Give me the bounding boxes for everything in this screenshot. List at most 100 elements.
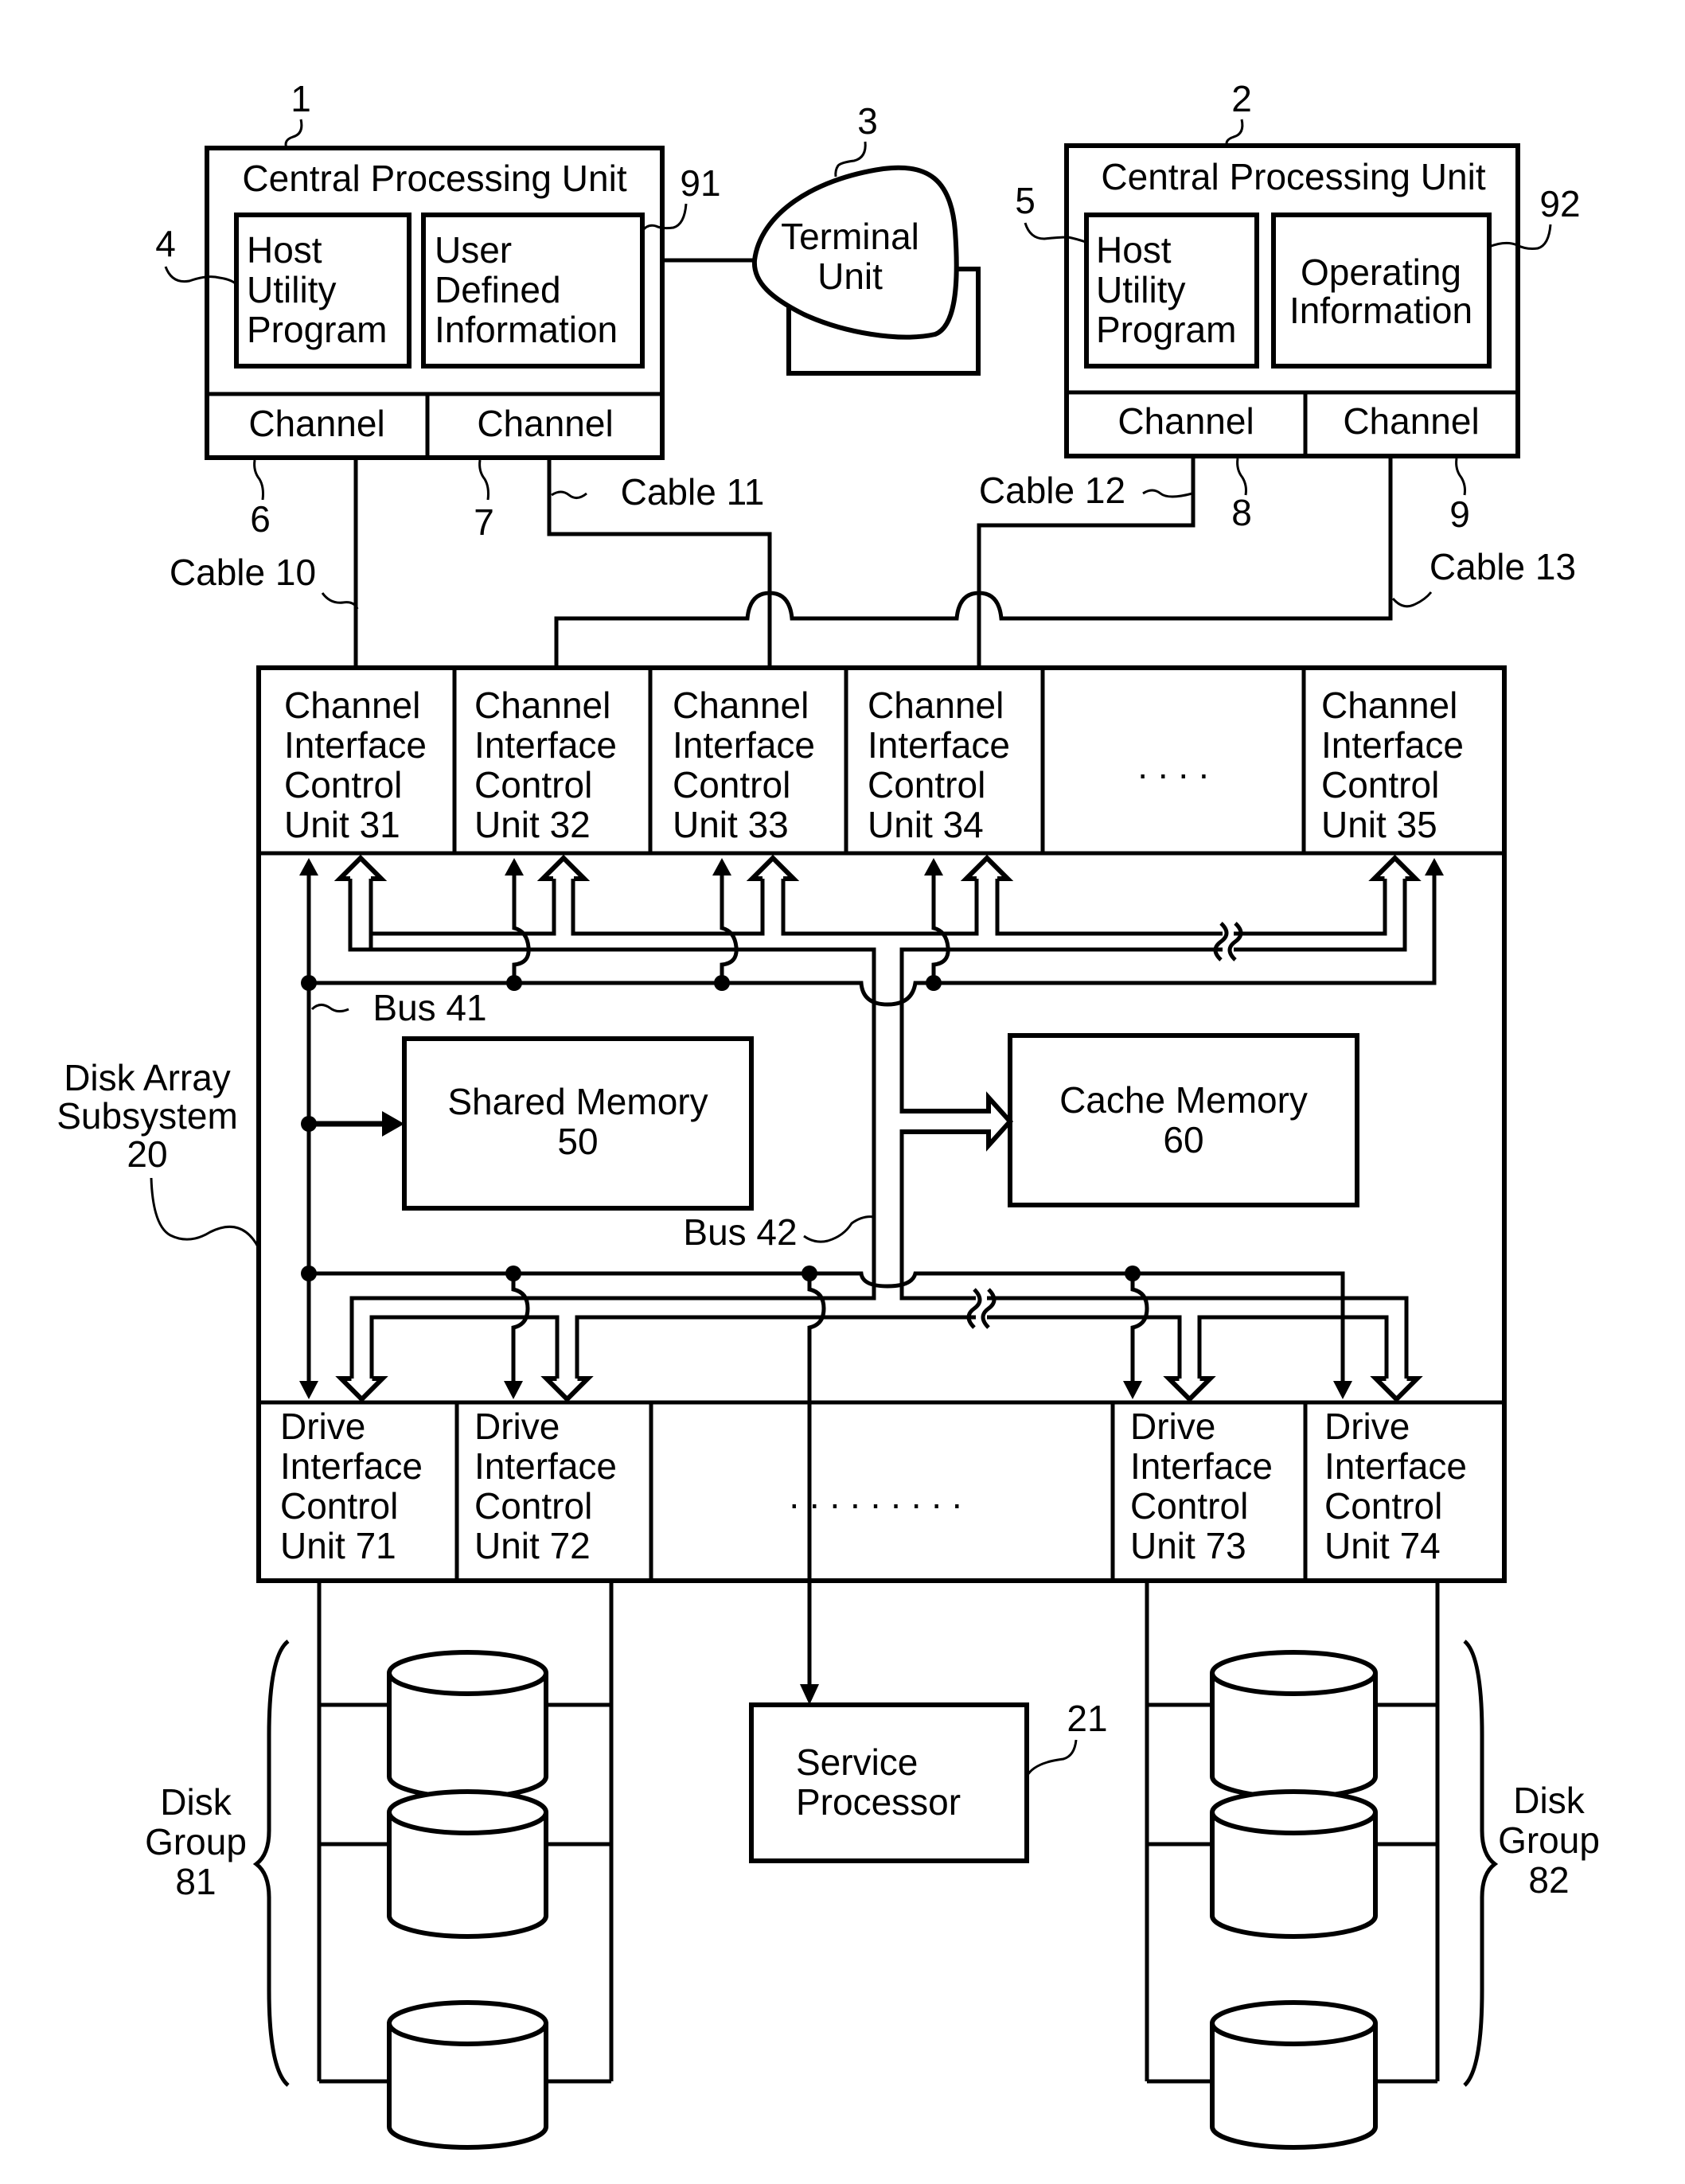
ref-2: 2	[1231, 78, 1252, 119]
disk-array-subsystem: Disk Array Subsystem 20 Channel Interfac…	[57, 665, 1507, 1705]
ciu-34-line-1: Channel	[868, 684, 1004, 726]
leader-1	[284, 119, 303, 149]
ciu-34-line-3: Control	[868, 764, 985, 805]
cable-12-leader	[1142, 489, 1193, 498]
cpu-2-channel-9: Channel	[1343, 400, 1479, 442]
leader-9	[1455, 458, 1466, 496]
channel-units-ellipsis: . . . .	[1137, 745, 1208, 786]
ref-9: 9	[1449, 493, 1470, 535]
ciu-33-line-3: Control	[673, 764, 790, 805]
diu-74-line-4: Unit 74	[1324, 1525, 1441, 1566]
host-utility-2-line-3: Program	[1096, 309, 1236, 350]
diu-72-line-2: Interface	[474, 1445, 617, 1487]
ciu-31-line-3: Control	[284, 764, 402, 805]
junction-dot	[301, 1266, 317, 1281]
cpu-2-title: Central Processing Unit	[1101, 156, 1485, 197]
terminal-unit: Terminal Unit 3	[662, 100, 981, 376]
cable-13-leader	[1391, 591, 1433, 608]
terminal-line-2: Unit	[817, 255, 883, 297]
junction-dot	[505, 1266, 521, 1281]
host-utility-1-line-2: Utility	[247, 269, 336, 310]
ref-5: 5	[1015, 180, 1036, 221]
ciu-31-line-4: Unit 31	[284, 804, 400, 845]
diu-71-line-3: Control	[280, 1485, 398, 1527]
user-defined-line-2: Defined	[435, 269, 561, 310]
cache-branch-gap	[899, 1113, 905, 1129]
disk-groups	[317, 1581, 1440, 2150]
ref-8: 8	[1231, 492, 1252, 533]
leader-8	[1236, 458, 1247, 496]
subsystem-label-line-2: Subsystem	[57, 1095, 238, 1137]
ciu-31-line-1: Channel	[284, 684, 420, 726]
disk-group-82-line-3: 82	[1528, 1859, 1569, 1901]
ciu-31-line-2: Interface	[284, 724, 427, 766]
leader-21	[1025, 1739, 1078, 1777]
ref-1: 1	[291, 78, 311, 119]
disk-group-81-line-3: 81	[175, 1861, 216, 1902]
subsystem-label-line-3: 20	[127, 1133, 167, 1175]
cpu-2-channel-8: Channel	[1117, 400, 1254, 442]
ciu-32-line-2: Interface	[474, 724, 617, 766]
leader-6	[253, 459, 264, 501]
ciu-34-line-2: Interface	[868, 724, 1010, 766]
diu-74-line-2: Interface	[1324, 1445, 1467, 1487]
disk-group-81-line-1: Disk	[160, 1781, 232, 1823]
leader-2	[1225, 119, 1244, 147]
ref-91: 91	[680, 162, 720, 204]
user-defined-line-3: Information	[435, 309, 618, 350]
junction-dot	[802, 1266, 817, 1281]
ciu-32-line-3: Control	[474, 764, 592, 805]
junction-dot	[301, 1116, 317, 1132]
junction-dot	[506, 975, 522, 991]
drive-units-ellipsis: . . . . . . . . .	[789, 1475, 961, 1516]
cable-10-label: Cable 10	[170, 552, 316, 593]
ciu-35-line-4: Unit 35	[1321, 804, 1437, 845]
user-defined-line-1: User	[435, 229, 512, 271]
cache-memory-number: 60	[1163, 1119, 1203, 1160]
ref-3: 3	[857, 100, 878, 142]
cpu-1-title: Central Processing Unit	[242, 158, 626, 199]
service-processor-line-2: Processor	[796, 1781, 961, 1823]
host-utility-2-line-1: Host	[1096, 229, 1172, 271]
cable-10-leader	[321, 592, 359, 610]
ciu-33-line-1: Channel	[673, 684, 809, 726]
ciu-35-line-2: Interface	[1321, 724, 1464, 766]
diu-73-line-1: Drive	[1130, 1406, 1215, 1447]
cpu-1-channel-7: Channel	[477, 403, 613, 444]
ciu-33-line-2: Interface	[673, 724, 815, 766]
ref-92: 92	[1539, 183, 1580, 224]
junction-dot	[301, 975, 317, 991]
diu-74-line-1: Drive	[1324, 1406, 1410, 1447]
ref-21: 21	[1067, 1698, 1107, 1739]
diu-71-line-1: Drive	[280, 1406, 365, 1447]
service-processor: Service Processor 21	[749, 1698, 1108, 1863]
diu-73-line-3: Control	[1130, 1485, 1248, 1527]
service-processor-arrow	[800, 1684, 819, 1705]
cable-12-label: Cable 12	[979, 470, 1125, 511]
shared-memory-label: Shared Memory	[447, 1081, 708, 1122]
leader-7	[478, 459, 490, 501]
diu-74-line-3: Control	[1324, 1485, 1442, 1527]
ciu-35-line-1: Channel	[1321, 684, 1457, 726]
terminal-line-1: Terminal	[781, 216, 919, 257]
diu-72-line-1: Drive	[474, 1406, 560, 1447]
disk-group-82-line-1: Disk	[1513, 1780, 1585, 1821]
disk-group-82-brace	[1463, 1640, 1499, 2087]
subsystem-leader	[150, 1177, 260, 1249]
ref-6: 6	[250, 498, 271, 540]
operating-info-line-2: Information	[1289, 290, 1472, 331]
shared-memory-number: 50	[557, 1121, 598, 1162]
disk-group-81-line-2: Group	[145, 1821, 247, 1862]
ciu-32-line-1: Channel	[474, 684, 610, 726]
cpu-1-channel-6: Channel	[248, 403, 384, 444]
diu-71-line-2: Interface	[280, 1445, 423, 1487]
disk-array-diagram: Central Processing Unit Host Utility Pro…	[57, 78, 1600, 2150]
ciu-34-line-4: Unit 34	[868, 804, 984, 845]
host-utility-1-line-1: Host	[247, 229, 322, 271]
host-utility-1-line-3: Program	[247, 309, 387, 350]
ciu-33-line-4: Unit 33	[673, 804, 789, 845]
junction-dot	[1125, 1266, 1141, 1281]
service-processor-line-1: Service	[796, 1741, 918, 1783]
operating-info-line-1: Operating	[1301, 252, 1461, 293]
diu-73-line-4: Unit 73	[1130, 1525, 1246, 1566]
